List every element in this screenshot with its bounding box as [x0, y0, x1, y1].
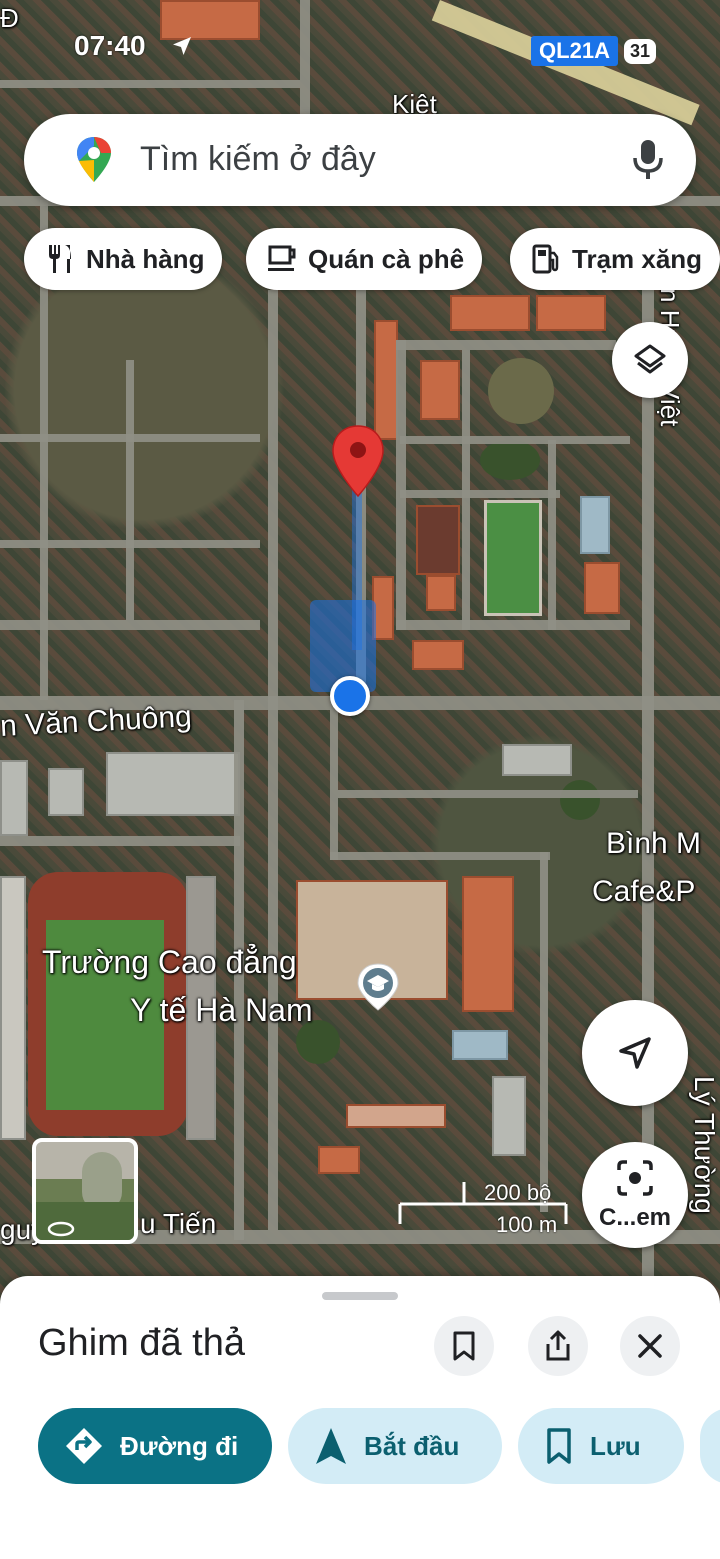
road: [0, 620, 260, 630]
chip-coffee[interactable]: Quán cà phê: [246, 228, 483, 290]
camera-lens-icon: [617, 1160, 653, 1196]
building: [426, 575, 456, 611]
tree: [560, 780, 600, 820]
building: [536, 295, 606, 331]
status-time: 07:40: [74, 30, 146, 61]
chip-label: Nhà hàng: [86, 243, 205, 274]
road: [330, 852, 550, 860]
sheet-drag-handle[interactable]: [322, 1292, 398, 1300]
road: [548, 440, 556, 630]
layers-button[interactable]: [612, 322, 688, 398]
bookmark-icon: [453, 1331, 475, 1361]
directions-label: Đường đi: [120, 1430, 239, 1461]
save-label: Lưu: [590, 1430, 641, 1461]
road: [126, 360, 134, 620]
more-actions-edge[interactable]: [700, 1408, 720, 1484]
save-bookmark-button[interactable]: [434, 1316, 494, 1376]
location-services-icon: [173, 37, 191, 55]
building: [0, 760, 28, 836]
map-label-right-street-bottom: Lý Thường: [689, 1076, 720, 1214]
chip-label: Trạm xăng: [572, 243, 703, 274]
map-label-cafe-line2[interactable]: Cafe&P: [592, 874, 695, 910]
park: [488, 358, 554, 424]
navigation-arrow-icon: [619, 1037, 651, 1069]
road: [268, 290, 278, 1230]
road: [396, 340, 616, 350]
building: [412, 640, 464, 670]
street-view-360-icon: [47, 1221, 75, 1237]
building: [450, 295, 530, 331]
restaurant-icon: [49, 245, 71, 273]
layers-icon: [634, 344, 666, 374]
building: [462, 876, 514, 1012]
road: [330, 700, 338, 860]
building: [374, 320, 398, 440]
start-navigation-button[interactable]: Bắt đầu: [288, 1408, 502, 1484]
road: [400, 436, 630, 444]
building: [48, 768, 84, 816]
map-label-street-tien-right: u Tiến: [140, 1208, 217, 1239]
status-right: QL21A 31: [531, 36, 656, 66]
my-location-button[interactable]: [582, 1000, 688, 1106]
save-button[interactable]: Lưu: [518, 1408, 684, 1484]
google-maps-logo-icon: [77, 137, 111, 182]
share-button[interactable]: [528, 1316, 588, 1376]
lens-label: C...em: [598, 1204, 672, 1231]
building: [416, 505, 460, 575]
building: [420, 360, 460, 420]
building: [584, 562, 620, 614]
road: [396, 620, 630, 630]
road: [0, 80, 300, 88]
building: [452, 1030, 508, 1060]
directions-icon: [66, 1428, 102, 1464]
building: [318, 1146, 360, 1174]
dropped-pin-icon[interactable]: [330, 424, 386, 498]
road: [0, 836, 240, 846]
lens-button[interactable]: C...em: [582, 1142, 688, 1248]
chip-gas-station[interactable]: Trạm xăng: [510, 228, 720, 290]
save-bookmark-icon: [547, 1428, 571, 1464]
road: [396, 340, 406, 630]
stadium-stand: [0, 876, 26, 1140]
scale-metric: 100 m: [496, 1212, 558, 1237]
tree: [480, 440, 540, 480]
map-label-school-line2[interactable]: Y tế Hà Nam: [130, 992, 313, 1028]
battery-indicator: 31: [623, 38, 656, 64]
road-shield: QL21A: [531, 36, 618, 66]
microphone-icon[interactable]: [628, 138, 668, 182]
school-poi-icon[interactable]: [356, 962, 400, 1012]
share-icon: [546, 1330, 570, 1361]
road: [400, 490, 560, 498]
search-input[interactable]: Tìm kiếm ở đây: [140, 140, 376, 179]
chip-restaurants[interactable]: Nhà hàng: [24, 228, 223, 290]
current-location-dot: [330, 676, 370, 716]
football-field: [484, 500, 542, 616]
building: [502, 744, 572, 776]
coffee-icon: [268, 245, 296, 271]
map-label-school-line1[interactable]: Trường Cao đẳng: [42, 944, 297, 980]
building: [580, 496, 610, 554]
map-view[interactable]: Đ Kiệt Trần Hưng Việt n Văn Chuông Bình …: [0, 0, 720, 1300]
building: [346, 1104, 446, 1128]
chip-label: Quán cà phê: [308, 243, 465, 274]
close-icon: [638, 1334, 662, 1358]
map-label-top-left: Đ: [0, 3, 19, 33]
navigation-start-icon: [316, 1428, 346, 1464]
road: [338, 790, 638, 798]
gas-station-icon: [532, 244, 559, 274]
scale-imperial: 200 bộ: [484, 1180, 552, 1205]
building: [492, 1076, 526, 1156]
place-bottom-sheet[interactable]: Ghim đã thả Đường đi Bắt đầu Lưu: [0, 1276, 720, 1559]
map-scale: 200 bộ 100 m: [398, 1178, 568, 1238]
road: [540, 852, 548, 1212]
close-button[interactable]: [620, 1316, 680, 1376]
search-bar[interactable]: Tìm kiếm ở đây: [24, 114, 696, 206]
building: [106, 752, 240, 816]
sheet-title: Ghim đã thả: [38, 1322, 245, 1364]
start-label: Bắt đầu: [364, 1430, 460, 1461]
directions-button[interactable]: Đường đi: [38, 1408, 272, 1484]
street-view-thumbnail[interactable]: [32, 1138, 138, 1244]
map-label-cafe-line1[interactable]: Bình M: [606, 826, 701, 862]
